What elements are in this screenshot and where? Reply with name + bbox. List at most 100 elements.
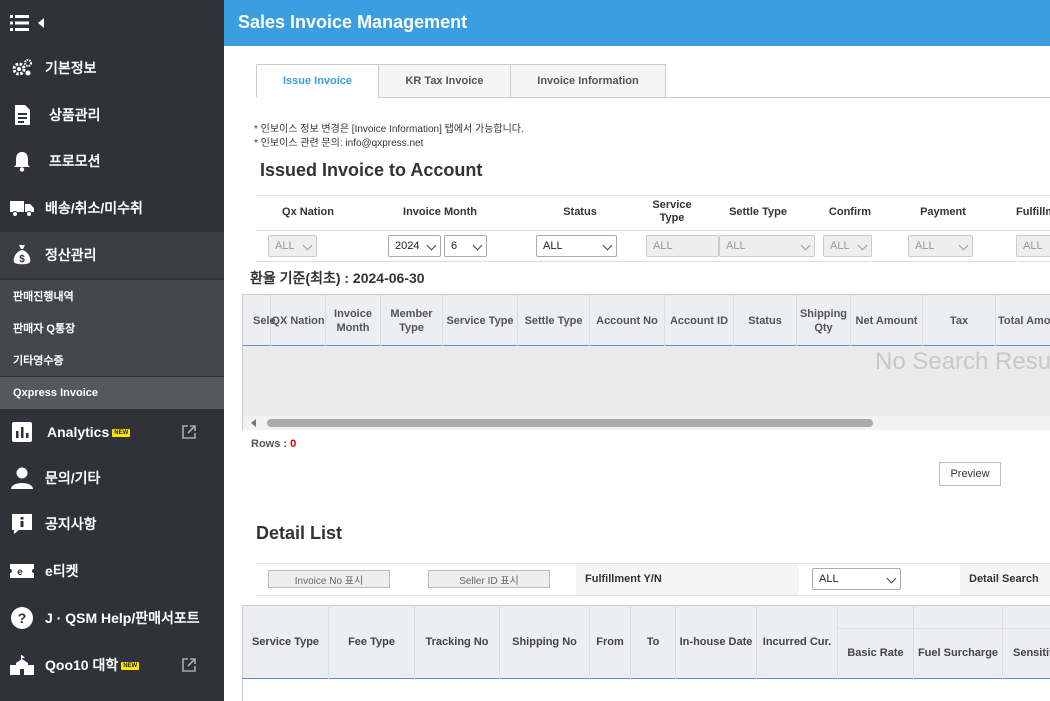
sidebar-item-label: 정산관리	[45, 247, 97, 263]
sidebar-item-shipping[interactable]: 배송/취소/미수취	[0, 185, 224, 231]
filter-header: Service Type	[652, 199, 692, 224]
info-note: * 인보이스 관련 문의: info@qxpress.net	[254, 138, 424, 149]
tab-invoice-information[interactable]: Invoice Information	[510, 64, 666, 98]
sidebar: 기본정보 상품관리 프로모션 배송/취소/미수취 $ 정산관리 판매진행내역 판…	[0, 0, 224, 701]
filter-header: Qx Nation	[282, 206, 334, 218]
gears-icon	[10, 56, 34, 80]
exchange-rate-basis: 환율 기준(최초) : 2024-06-30	[250, 270, 425, 286]
settle-type-select[interactable]: ALL	[719, 235, 815, 257]
filter-header: Confirm	[828, 206, 872, 218]
money-bag-icon: $	[10, 243, 34, 267]
tab-kr-tax-invoice[interactable]: KR Tax Invoice	[378, 64, 511, 98]
info-note: * 인보이스 정보 변경은 [Invoice Information] 탭에서 …	[254, 124, 524, 135]
qx-nation-select[interactable]: ALL	[268, 235, 317, 257]
svg-text:$: $	[19, 254, 25, 265]
external-link-icon[interactable]	[181, 424, 197, 440]
grid-column-header: QX Nation	[271, 295, 326, 346]
help-icon: ?	[10, 606, 34, 630]
preview-button[interactable]: Preview	[939, 462, 1001, 486]
payment-select[interactable]: ALL	[908, 235, 973, 257]
sidebar-item-products[interactable]: 상품관리	[0, 92, 224, 138]
tab-bar: Issue Invoice KR Tax Invoice Invoice Inf…	[256, 64, 1050, 98]
detail-column-header: Tracking No	[415, 605, 500, 679]
notice-icon	[10, 512, 34, 536]
empty-result-text: No Search Result	[875, 348, 1050, 375]
sidebar-item-settlement[interactable]: $ 정산관리	[0, 232, 224, 278]
user-icon	[10, 466, 34, 490]
svg-text:?: ?	[18, 610, 27, 626]
eticket-icon: e	[10, 559, 34, 583]
sidebar-sub-sales-history[interactable]: 판매진행내역	[0, 280, 224, 312]
sidebar-item-promotion[interactable]: 프로모션	[0, 138, 224, 184]
svg-text:e: e	[17, 567, 23, 578]
sidebar-item-label: 공지사항	[45, 516, 97, 532]
grid-column-header: Account ID	[665, 295, 734, 346]
filter-header: Fulfillm	[1016, 206, 1050, 218]
invoice-month-select[interactable]: 6	[444, 235, 487, 257]
sidebar-item-inquiry[interactable]: 문의/기타	[0, 455, 224, 501]
new-badge: NEW	[121, 662, 140, 671]
grid-column-header: Net Amount	[851, 295, 923, 346]
service-type-select[interactable]: ALL	[646, 235, 719, 257]
sidebar-item-analytics[interactable]: Analytics NEW	[0, 409, 224, 455]
fulfillment-select[interactable]: ALL	[1016, 235, 1050, 257]
scrollbar-thumb[interactable]	[267, 419, 873, 427]
horizontal-scrollbar[interactable]	[243, 416, 1050, 430]
grid-column-header: Total Amoun	[998, 314, 1050, 327]
detail-column-header: Fuel Surcharge	[914, 605, 1003, 679]
sidebar-sub-qxpress-invoice[interactable]: Qxpress Invoice	[0, 377, 224, 409]
detail-column-header: Basic Rate	[838, 605, 914, 679]
bell-icon	[10, 149, 34, 173]
grid-column-header: Member Type	[381, 295, 443, 346]
grid-column-header: Account No	[590, 295, 665, 346]
sidebar-item-qoo10-university[interactable]: Qoo10 대학 NEW	[0, 642, 224, 688]
sidebar-sub-other-receipts[interactable]: 기타영수증	[0, 344, 224, 376]
invoice-no-toggle-button[interactable]: Invoice No 표시	[268, 570, 390, 588]
detail-search-link[interactable]: Detail Search	[969, 573, 1039, 585]
sidebar-item-label: Analytics	[47, 424, 110, 440]
filter-header: Payment	[920, 206, 966, 218]
grid-column-header: Sele	[242, 295, 276, 346]
detail-column-header: Sensitiv	[1013, 647, 1050, 659]
status-select[interactable]: ALL	[536, 235, 617, 257]
confirm-select[interactable]: ALL	[823, 235, 872, 257]
result-grid-body: No Search Result	[242, 346, 1050, 430]
grid-column-header: Service Type	[443, 295, 518, 346]
detail-list-title: Detail List	[256, 523, 343, 543]
detail-column-header: From	[590, 605, 631, 679]
grid-column-header: Tax	[923, 295, 996, 346]
collapse-arrow-icon[interactable]	[36, 17, 46, 29]
sidebar-item-label: 프로모션	[49, 153, 101, 169]
detail-column-header: Shipping No	[500, 605, 590, 679]
detail-column-header: Service Type	[243, 605, 329, 679]
sidebar-item-notice[interactable]: 공지사항	[0, 501, 224, 547]
document-icon	[10, 103, 34, 127]
seller-id-toggle-button[interactable]: Seller ID 표시	[428, 570, 550, 588]
sidebar-item-label: J · QSM Help/판매서포트	[45, 610, 200, 626]
fulfillment-label: Fulfillment Y/N	[585, 573, 662, 585]
detail-column-header: To	[631, 605, 676, 679]
sidebar-item-label: 상품관리	[49, 107, 101, 123]
filter-header: Settle Type	[729, 206, 787, 218]
grid-column-header: Shipping Qty	[797, 295, 851, 346]
sidebar-item-label: Qoo10 대학	[45, 657, 119, 673]
menu-list-icon[interactable]	[10, 14, 30, 32]
sidebar-item-basic-info[interactable]: 기본정보	[0, 45, 224, 91]
scroll-left-icon[interactable]	[251, 419, 257, 427]
fulfillment-yn-select[interactable]: ALL	[812, 568, 901, 590]
tab-issue-invoice[interactable]: Issue Invoice	[256, 64, 379, 98]
sidebar-item-eticket[interactable]: e e티켓	[0, 548, 224, 594]
grid-column-header: Invoice Month	[326, 295, 381, 346]
detail-column-header: Incurred Cur.	[757, 605, 838, 679]
section-title: Issued Invoice to Account	[260, 160, 483, 180]
sidebar-item-label: e티켓	[45, 563, 79, 579]
sidebar-toggle[interactable]	[10, 13, 46, 33]
external-link-icon[interactable]	[181, 657, 197, 673]
truck-icon	[10, 196, 34, 220]
sidebar-item-label: 기본정보	[45, 60, 97, 76]
sidebar-sub-seller-qbank[interactable]: 판매자 Q통장	[0, 312, 224, 344]
grid-column-header: Settle Type	[518, 295, 590, 346]
invoice-year-select[interactable]: 2024	[388, 235, 441, 257]
sidebar-item-help[interactable]: ? J · QSM Help/판매서포트	[0, 595, 224, 641]
new-badge: NEW	[112, 429, 131, 438]
